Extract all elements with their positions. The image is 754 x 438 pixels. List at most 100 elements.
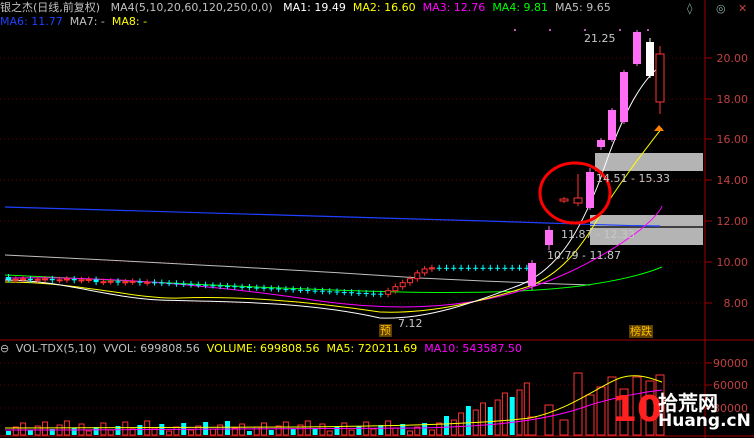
candle-down: [232, 286, 238, 288]
candle-up: [34, 278, 41, 281]
candle-down: [195, 284, 201, 286]
indicator-value: MA1: 19.49: [283, 1, 346, 14]
volume-bar-up: [319, 423, 326, 436]
candle-up: [144, 281, 151, 284]
candle-limit-up: [646, 42, 654, 76]
volume-bar-up: [436, 422, 443, 436]
candle-down: [509, 267, 515, 269]
candle-up: [407, 278, 413, 284]
candle-limit-up: [545, 230, 553, 245]
candle-down: [276, 288, 282, 290]
chart-close-icon[interactable]: ✕: [738, 2, 747, 15]
volume-bar-up: [585, 394, 595, 436]
volume-bar-up: [239, 423, 246, 436]
volume-bar-up: [326, 430, 333, 436]
volume-bar-up: [559, 419, 569, 436]
candle-up: [20, 278, 27, 281]
candle-up: [399, 282, 406, 288]
candle-up: [12, 278, 19, 281]
volume-bar-down: [225, 421, 230, 435]
candle-down: [312, 290, 318, 292]
candle-down: [444, 267, 449, 269]
volume-collapse-icon[interactable]: ⊖: [0, 342, 9, 355]
chart-settings-icon[interactable]: ◊: [687, 2, 692, 15]
volume-bar-up: [166, 430, 173, 436]
volume-bar-up: [188, 429, 194, 436]
volume-legend-row: ⊖ VOL-TDX(5,10) VVOL: 699808.56 VOLUME: 69…: [0, 342, 536, 356]
forecast-badge[interactable]: 预: [379, 324, 392, 337]
candle-limit-up: [528, 263, 536, 286]
axis-tick-marks: [705, 57, 712, 409]
volume-bar-down: [6, 431, 11, 435]
candle-down: [166, 283, 172, 285]
ma5-line: [4, 254, 591, 286]
volume-bar-up: [34, 425, 41, 436]
volume-bar-down: [378, 425, 384, 435]
ranking-badge[interactable]: 榜跌: [629, 325, 653, 338]
volume-bar-down: [71, 428, 77, 435]
price-axis-tick: 8.00: [723, 297, 749, 310]
volume-bar-up: [217, 424, 224, 436]
candle-down: [283, 289, 289, 291]
candle-down: [451, 267, 457, 269]
candle-up: [107, 280, 114, 283]
candle-down: [473, 267, 479, 269]
candle-up: [573, 197, 583, 204]
candle-down: [137, 281, 143, 283]
chart-menu-icon[interactable]: ◎: [716, 2, 726, 15]
candle-down: [115, 281, 121, 283]
candle-limit-up: [597, 140, 605, 147]
price-axis-tick: 14.00: [716, 174, 749, 187]
low-price-label: 7.12: [398, 317, 423, 330]
candle-down: [363, 293, 369, 294]
candle-up: [655, 53, 665, 103]
volume-bar-up: [450, 419, 457, 436]
ma-indicators-row: MA1: 19.49 MA2: 16.60 MA3: 12.76 MA4: 9.81 M…: [283, 1, 618, 14]
candle-up: [42, 278, 48, 281]
candle-up: [129, 280, 136, 283]
volume-indicator-items: VOL-TDX(5,10) VVOL: 699808.56 VOLUME: 6998…: [16, 342, 529, 355]
volume-bar-up: [304, 420, 311, 436]
candle-up: [392, 286, 399, 292]
price-band-upper: [595, 153, 703, 171]
volume-bar-up: [392, 427, 399, 436]
candle-limit-up: [586, 172, 594, 208]
candle-down: [254, 287, 260, 289]
candle-down: [210, 285, 216, 287]
candle-down: [341, 292, 347, 294]
candle-up: [385, 290, 392, 295]
candle-down: [261, 287, 267, 289]
volume-bar-up: [494, 399, 501, 436]
candle-down: [93, 279, 99, 283]
candle-down: [225, 286, 230, 288]
legend-row-1: 银之杰(日线,前复权) MA4(5,10,20,60,120,250,0,0) …: [0, 1, 625, 15]
volume-bar-down: [465, 406, 471, 435]
candle-down: [49, 278, 55, 281]
candle-down: [371, 293, 376, 295]
limit-dots: [514, 29, 649, 31]
stock-title[interactable]: 银之杰(日线,前复权): [0, 1, 100, 14]
indicator-value: MA6: 11.77: [0, 15, 63, 28]
candle-down: [436, 267, 442, 269]
candle-down: [334, 291, 340, 293]
candle-down: [517, 267, 522, 269]
volume-bar-up: [20, 422, 27, 436]
volume-bar-up: [100, 422, 107, 436]
candle-up: [63, 278, 70, 281]
volume-bar-up: [209, 428, 216, 436]
indicator-value: MA10: 543587.50: [424, 342, 522, 355]
candle-down: [349, 292, 355, 294]
price-axis-tick: 16.00: [716, 133, 749, 146]
ma6-line: [4, 206, 661, 227]
candle-down: [188, 284, 194, 285]
candlestick-chart[interactable]: [0, 0, 754, 438]
candle-up: [428, 267, 435, 270]
volume-bar-down: [290, 429, 296, 435]
volume-bar-up: [544, 404, 554, 436]
candle-down: [319, 290, 325, 292]
candle-down: [502, 267, 508, 269]
current-marker-icon: [654, 125, 664, 131]
candle-limit-up: [620, 72, 628, 122]
volume-bar-down: [203, 422, 209, 435]
volume-bar-up: [85, 430, 92, 436]
